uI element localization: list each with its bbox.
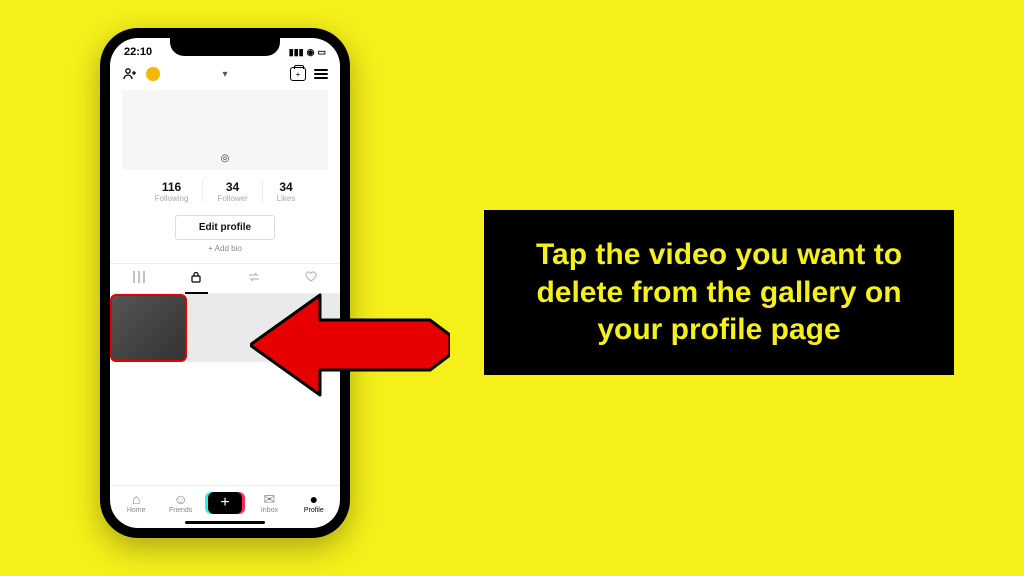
add-user-icon[interactable] (122, 66, 138, 82)
nav-profile-label: Profile (304, 507, 324, 514)
plus-icon: + (208, 492, 242, 514)
phone-mockup: 22:10 ▮▮▮ ◉ ▭ ▾ + ◎ 116 Following (100, 28, 350, 538)
hamburger-icon[interactable] (314, 69, 328, 79)
friends-icon: ☺ (173, 492, 187, 506)
coin-icon[interactable] (146, 67, 160, 81)
wifi-icon: ◉ (307, 47, 315, 58)
phone-notch (170, 38, 280, 56)
stat-likes-count: 34 (277, 180, 296, 194)
video-thumbnail-1[interactable] (110, 294, 187, 362)
stat-following-count: 116 (155, 180, 189, 194)
stat-following-label: Following (155, 194, 189, 203)
inbox-icon: ✉ (264, 492, 276, 506)
red-arrow (250, 290, 450, 400)
stat-followers-count: 34 (217, 180, 247, 194)
nav-profile[interactable]: ● Profile (292, 492, 336, 514)
bottom-navigation: ⌂ Home ☺ Friends + ✉ Inbox ● Profile (110, 485, 340, 518)
stat-likes[interactable]: 34 Likes (263, 180, 310, 203)
home-icon: ⌂ (132, 492, 140, 506)
stat-likes-label: Likes (277, 194, 296, 203)
avatar-placeholder-icon: ◎ (221, 153, 230, 164)
nav-inbox-label: Inbox (261, 507, 278, 514)
tab-liked[interactable] (283, 264, 341, 293)
nav-inbox[interactable]: ✉ Inbox (247, 492, 291, 514)
stat-following[interactable]: 116 Following (141, 180, 204, 203)
camera-icon[interactable]: + (290, 67, 306, 81)
tab-reposts[interactable] (225, 264, 283, 293)
nav-friends[interactable]: ☺ Friends (158, 492, 202, 514)
profile-avatar-area[interactable]: ◎ (122, 90, 328, 170)
stat-followers[interactable]: 34 Follower (203, 180, 262, 203)
tab-grid[interactable] (110, 264, 168, 293)
nav-home-label: Home (127, 507, 146, 514)
profile-top-bar: ▾ + (110, 60, 340, 88)
nav-home[interactable]: ⌂ Home (114, 492, 158, 514)
status-time: 22:10 (124, 46, 152, 58)
battery-icon: ▭ (317, 47, 326, 58)
profile-icon: ● (310, 492, 318, 506)
home-indicator (185, 521, 265, 524)
tab-private[interactable] (168, 264, 226, 293)
edit-profile-button[interactable]: Edit profile (175, 215, 275, 240)
profile-stats: 116 Following 34 Follower 34 Likes (110, 170, 340, 209)
status-right-icons: ▮▮▮ ◉ ▭ (289, 47, 326, 58)
chevron-down-icon[interactable]: ▾ (222, 69, 227, 80)
stat-followers-label: Follower (217, 194, 247, 203)
nav-create[interactable]: + (203, 492, 247, 514)
instruction-box: Tap the video you want to delete from th… (484, 210, 954, 375)
add-bio-button[interactable]: + Add bio (110, 244, 340, 253)
nav-friends-label: Friends (169, 507, 192, 514)
phone-screen: 22:10 ▮▮▮ ◉ ▭ ▾ + ◎ 116 Following (110, 38, 340, 528)
signal-icon: ▮▮▮ (289, 47, 304, 58)
